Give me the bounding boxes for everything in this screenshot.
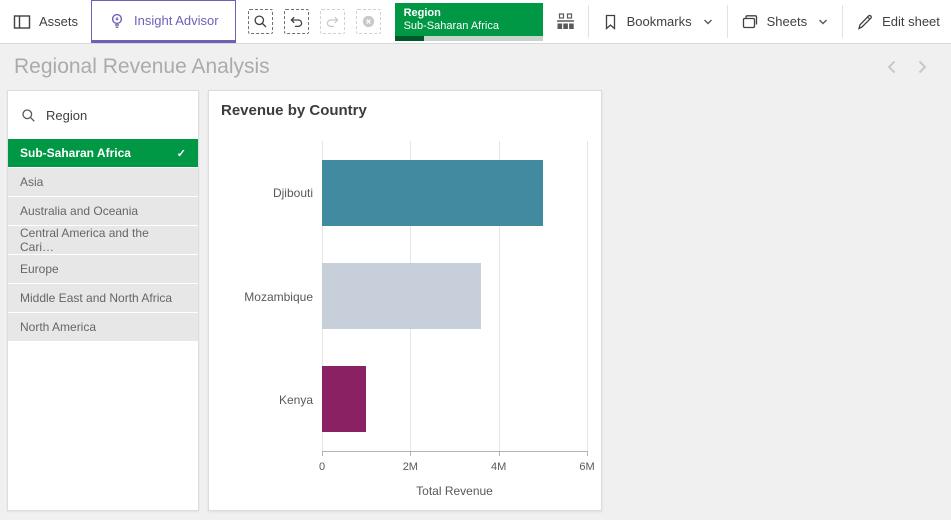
previous-sheet-icon[interactable] [885, 59, 899, 75]
step-back-button[interactable] [284, 9, 309, 34]
tick-mark [410, 451, 411, 456]
filter-value-alternative[interactable]: Middle East and North Africa [8, 284, 198, 312]
filter-value-list: Sub-Saharan Africa ✓ Asia Australia and Oce… [8, 139, 198, 341]
chart-title: Revenue by Country [221, 102, 367, 119]
bar-kenya[interactable] [322, 366, 366, 432]
search-icon [21, 108, 36, 123]
toolbar-right-group: Bookmarks Sheets Edit sheet [543, 0, 951, 43]
clear-selections-icon [361, 14, 376, 29]
edit-sheet-label: Edit sheet [882, 14, 940, 29]
sheet-navigation [885, 59, 937, 75]
step-forward-button[interactable] [320, 9, 345, 34]
assets-label: Assets [39, 14, 78, 29]
selection-chip-value: Sub-Saharan Africa [395, 20, 543, 33]
gridline [587, 141, 588, 451]
filter-value-label: Sub-Saharan Africa [20, 146, 131, 160]
sheets-button[interactable]: Sheets [728, 0, 842, 43]
bar-series [322, 141, 587, 451]
filter-value-alternative[interactable]: Asia [8, 168, 198, 196]
bar-djibouti[interactable] [322, 160, 543, 226]
sheet-title: Regional Revenue Analysis [14, 55, 270, 79]
insight-advisor-label: Insight Advisor [134, 13, 219, 28]
selection-chip-field: Region [395, 3, 543, 20]
clear-selections-button[interactable] [356, 9, 381, 34]
plot-area: Total Revenue 02M4M6M [322, 141, 587, 452]
filter-value-label: Middle East and North Africa [20, 291, 172, 305]
bar-row [322, 244, 587, 347]
x-tick-label: 4M [491, 461, 506, 473]
x-tick-label: 2M [403, 461, 418, 473]
bar-row [322, 348, 587, 451]
filter-value-label: North America [20, 320, 96, 334]
bookmarks-label: Bookmarks [627, 14, 692, 29]
filter-pane-region: Region Sub-Saharan Africa ✓ Asia Australia … [7, 90, 199, 511]
selection-tools [236, 0, 393, 43]
filter-value-alternative[interactable]: Europe [8, 255, 198, 283]
pencil-icon [856, 13, 874, 31]
category-axis-labels: DjiboutiMozambiqueKenya [209, 141, 322, 452]
filter-value-alternative[interactable]: Australia and Oceania [8, 197, 198, 225]
grid-layout-icon [556, 13, 575, 30]
next-sheet-icon[interactable] [915, 59, 929, 75]
filter-pane-header[interactable]: Region [8, 91, 198, 139]
lightbulb-icon [108, 12, 126, 30]
plot-area-wrapper: DjiboutiMozambiqueKenya Total Revenue 02… [209, 141, 587, 452]
insight-advisor-button[interactable]: Insight Advisor [91, 0, 236, 43]
filter-value-label: Central America and the Cari… [20, 226, 186, 254]
sheet-icon [741, 13, 759, 31]
edit-sheet-button[interactable]: Edit sheet [843, 0, 951, 43]
x-tick-label: 0 [319, 461, 325, 473]
chevron-down-icon [817, 16, 829, 28]
bar-mozambique[interactable] [322, 263, 481, 329]
step-back-icon [289, 14, 304, 29]
search-selections-icon [253, 14, 268, 29]
bar-chart-panel: Revenue by Country DjiboutiMozambiqueKen… [208, 90, 602, 511]
step-forward-icon [325, 14, 340, 29]
filter-value-selected[interactable]: Sub-Saharan Africa ✓ [8, 139, 198, 167]
bar-category-label: Mozambique [209, 245, 322, 349]
bar-category-label: Djibouti [209, 141, 322, 245]
filter-value-label: Europe [20, 262, 59, 276]
filter-value-alternative[interactable]: Central America and the Cari… [8, 226, 198, 254]
x-axis-title: Total Revenue [416, 484, 493, 498]
bar-category-label: Kenya [209, 348, 322, 452]
bookmark-icon [602, 13, 619, 31]
filter-value-label: Asia [20, 175, 43, 189]
filter-value-alternative[interactable]: North America [8, 313, 198, 341]
bar-row [322, 141, 587, 244]
selection-chip-progress-fill [395, 36, 425, 41]
assets-button[interactable]: Assets [0, 0, 91, 43]
selection-chip-region[interactable]: Region Sub-Saharan Africa [395, 3, 543, 41]
search-selections-button[interactable] [248, 9, 273, 34]
sheet-header: Regional Revenue Analysis [0, 44, 951, 90]
sheets-label: Sheets [767, 14, 807, 29]
checkmark-icon: ✓ [177, 147, 186, 160]
tick-mark [322, 451, 323, 456]
tick-mark [499, 451, 500, 456]
filter-value-label: Australia and Oceania [20, 204, 138, 218]
chevron-down-icon [702, 16, 714, 28]
toolbar: Assets Insight Advisor Region Sub-Sahara… [0, 0, 951, 44]
selection-chip-progress [395, 36, 543, 41]
assets-panel-icon [13, 13, 31, 31]
tick-mark [587, 451, 588, 456]
app-objects-button[interactable] [543, 0, 588, 43]
x-tick-label: 6M [579, 461, 594, 473]
bookmarks-button[interactable]: Bookmarks [589, 0, 727, 43]
filter-field-label: Region [46, 108, 87, 123]
